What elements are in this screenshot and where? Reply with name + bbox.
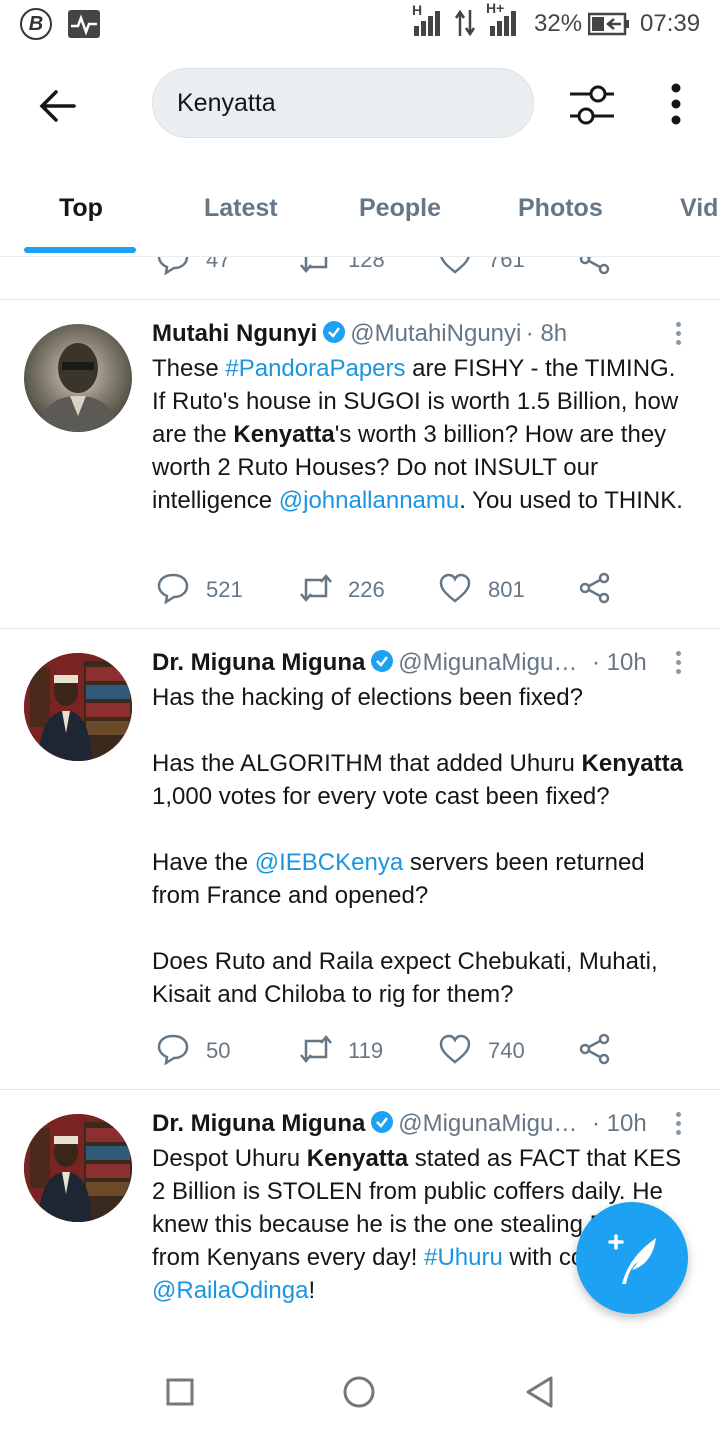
battery-percent: 32% [534, 10, 583, 37]
tweet-text: These #PandoraPapers are FISHY - the TIM… [152, 355, 683, 514]
search-query: Kenyatta [177, 89, 276, 117]
retweet-count: 226 [348, 577, 385, 602]
sliders-icon [570, 85, 614, 125]
status-bar: B H H+ 32% 07:39 [0, 0, 720, 50]
keyword-highlight: Kenyatta [306, 1145, 409, 1172]
mention-link[interactable]: @johnallannamu [279, 487, 459, 514]
compose-tweet-icon [608, 1234, 656, 1284]
keyword-highlight: Kenyatta [233, 421, 335, 448]
hashtag-link[interactable]: #Uhuru [424, 1244, 503, 1271]
share-icon[interactable] [578, 572, 612, 604]
network-type-1: H [412, 2, 423, 18]
tweet-header: Mutahi Ngunyi @MutahiNgunyi · 8h [152, 320, 567, 348]
like-count: 761 [488, 257, 525, 272]
battery-icon [588, 12, 629, 36]
avatar[interactable] [24, 653, 132, 761]
verified-badge-icon [370, 650, 393, 672]
reply-icon[interactable] [156, 257, 190, 275]
retweet-icon[interactable] [298, 572, 334, 604]
heart-icon[interactable] [438, 1033, 472, 1065]
home-icon[interactable] [342, 1375, 376, 1409]
share-icon[interactable] [578, 257, 612, 275]
previous-tweet-actions: 47 128 761 [0, 257, 720, 277]
verified-badge-icon [322, 321, 345, 343]
arrow-left-icon [39, 90, 76, 122]
tweet-menu-icon[interactable] [676, 322, 682, 349]
tweet-actions: 50 119 740 [0, 1033, 720, 1069]
author-handle[interactable]: @MigunaMigu… [398, 649, 577, 676]
heart-icon[interactable] [438, 572, 472, 604]
tweet-header: Dr. Miguna Miguna @MigunaMigu… [152, 649, 577, 677]
notification-app-icon: B [20, 8, 52, 40]
system-nav-bar [0, 1340, 720, 1440]
author-name[interactable]: Mutahi Ngunyi [152, 320, 317, 347]
tab-people[interactable]: People [359, 194, 441, 223]
tweet-menu-icon[interactable] [676, 1112, 682, 1139]
data-transfer-icon [454, 9, 476, 37]
retweet-count: 128 [348, 257, 385, 272]
author-handle[interactable]: @MigunaMigu… [398, 1110, 577, 1137]
tweet-time: · 10h [592, 649, 647, 676]
retweet-icon[interactable] [298, 257, 334, 275]
tweet-time: · 8h [525, 320, 568, 347]
heart-icon[interactable] [438, 257, 472, 275]
tweet-actions: 521 226 801 [0, 572, 720, 608]
reply-icon[interactable] [156, 572, 190, 604]
keyword-highlight: Kenyatta [581, 750, 683, 777]
reply-icon[interactable] [156, 1033, 190, 1065]
search-input[interactable]: Kenyatta [152, 68, 534, 138]
network-type-2: H+ [486, 0, 505, 16]
tweet-menu-icon[interactable] [676, 651, 682, 678]
back-button[interactable] [36, 84, 80, 128]
verified-badge-icon [370, 1111, 393, 1133]
search-tabs: Top Latest People Photos Vid [0, 160, 720, 257]
reply-count: 47 [206, 257, 231, 272]
more-vertical-icon [671, 83, 681, 125]
hashtag-link[interactable]: #PandoraPapers [225, 355, 405, 382]
avatar[interactable] [24, 324, 132, 432]
active-tab-indicator [24, 247, 136, 253]
reply-count: 521 [206, 577, 243, 602]
reply-count: 50 [206, 1038, 231, 1063]
activity-icon [68, 10, 100, 38]
tweet-text: Has the hacking of elections been fixed?… [152, 684, 683, 1008]
clock: 07:39 [640, 10, 701, 37]
search-filter-button[interactable] [566, 82, 618, 130]
avatar[interactable] [24, 1114, 132, 1222]
tweet-card[interactable]: Mutahi Ngunyi @MutahiNgunyi · 8h These #… [0, 300, 720, 628]
author-handle[interactable]: @MutahiNgunyi [350, 320, 521, 347]
compose-tweet-button[interactable] [576, 1202, 688, 1314]
avatar-photo [24, 1114, 132, 1222]
tab-latest[interactable]: Latest [204, 194, 278, 223]
retweet-icon[interactable] [298, 1033, 334, 1065]
author-name[interactable]: Dr. Miguna Miguna [152, 649, 365, 676]
avatar-photo [38, 343, 118, 432]
like-count: 801 [488, 577, 525, 602]
author-name[interactable]: Dr. Miguna Miguna [152, 1110, 365, 1137]
tweet-time: · 10h [592, 1110, 647, 1137]
like-count: 740 [488, 1038, 525, 1063]
retweet-count: 119 [348, 1038, 384, 1063]
share-icon[interactable] [578, 1033, 612, 1065]
avatar-photo [24, 653, 132, 761]
mention-link[interactable]: @IEBCKenya [255, 849, 403, 876]
tweet-card[interactable]: Dr. Miguna Miguna @MigunaMigu… · 10h Has… [0, 629, 720, 1089]
tab-videos[interactable]: Vid [680, 194, 718, 223]
tweet-header: Dr. Miguna Miguna @MigunaMigu… [152, 1110, 577, 1138]
back-nav-icon[interactable] [524, 1375, 554, 1409]
more-options-button[interactable] [666, 82, 686, 126]
tab-top[interactable]: Top [59, 194, 103, 223]
recent-apps-icon[interactable] [166, 1378, 194, 1406]
tab-photos[interactable]: Photos [518, 194, 603, 223]
mention-link[interactable]: @RailaOdinga [152, 1277, 308, 1304]
